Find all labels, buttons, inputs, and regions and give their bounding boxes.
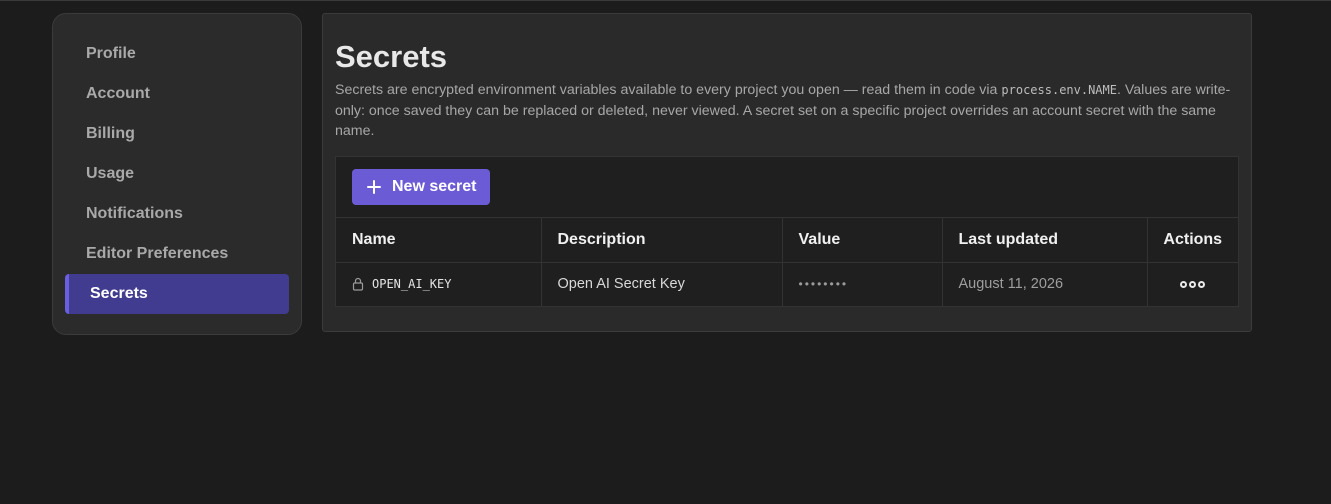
column-header-value[interactable]: Value xyxy=(782,218,943,263)
table-toolbar: New secret xyxy=(336,157,1238,218)
page-description: Secrets are encrypted environment variab… xyxy=(335,80,1241,142)
lock-icon xyxy=(352,278,364,291)
secrets-table-container: New secret Name Description Value Last u… xyxy=(335,156,1239,307)
sidebar-item-usage[interactable]: Usage xyxy=(65,154,289,194)
new-secret-label: New secret xyxy=(392,178,477,195)
column-header-last-updated[interactable]: Last updated xyxy=(942,218,1148,263)
sidebar-item-profile[interactable]: Profile xyxy=(65,34,289,74)
column-header-description[interactable]: Description xyxy=(541,218,783,263)
sidebar-item-secrets[interactable]: Secrets xyxy=(65,274,289,314)
secrets-panel: Secrets Secrets are encrypted environmen… xyxy=(322,13,1252,332)
description-code: process.env.NAME xyxy=(1001,83,1117,97)
dot xyxy=(1198,281,1206,289)
page-title: Secrets xyxy=(335,39,448,74)
sidebar-item-account[interactable]: Account xyxy=(65,74,289,114)
dot xyxy=(1189,281,1197,289)
dot xyxy=(1180,281,1188,289)
table-header-row: Name Description Value Last updated Acti… xyxy=(336,218,1238,263)
sidebar-item-editor-preferences[interactable]: Editor Preferences xyxy=(65,234,289,274)
more-actions-icon[interactable] xyxy=(1180,281,1206,289)
column-header-actions: Actions xyxy=(1147,218,1238,263)
secret-name: OPEN_AI_KEY xyxy=(372,277,452,292)
settings-sidebar: Profile Account Billing Usage Notificati… xyxy=(52,13,302,335)
secret-name-wrap: OPEN_AI_KEY xyxy=(352,277,541,291)
secret-last-updated: August 11, 2026 xyxy=(942,262,1148,306)
sidebar-item-billing[interactable]: Billing xyxy=(65,114,289,154)
column-header-name[interactable]: Name xyxy=(336,218,542,263)
secrets-table: Name Description Value Last updated Acti… xyxy=(336,218,1238,306)
table-row[interactable]: OPEN_AI_KEY Open AI Secret Key •••••••• … xyxy=(336,262,1238,306)
secret-actions-cell xyxy=(1147,262,1238,306)
description-text-1: Secrets are encrypted environment variab… xyxy=(335,82,1002,98)
secret-value: •••••••• xyxy=(782,262,943,306)
plus-icon xyxy=(364,177,384,197)
top-divider xyxy=(0,0,1331,1)
new-secret-button[interactable]: New secret xyxy=(352,169,490,205)
secret-name-cell: OPEN_AI_KEY xyxy=(336,262,542,306)
secret-description: Open AI Secret Key xyxy=(541,262,783,306)
sidebar-item-notifications[interactable]: Notifications xyxy=(65,194,289,234)
